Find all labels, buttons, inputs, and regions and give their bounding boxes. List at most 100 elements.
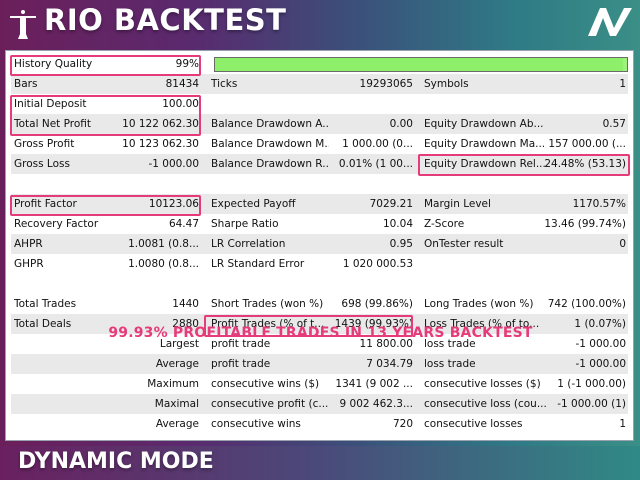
report-cell-v3: 1 (619, 418, 626, 430)
report-cell-l3: loss trade (424, 358, 476, 370)
report-row: Profit Factor 10123.06 Expected Payoff 7029… (11, 194, 628, 214)
backtest-report-panel: History Quality 99% Bars 81434 Ticks 192930… (5, 50, 634, 441)
report-cell-v3: 1170.57% (572, 198, 626, 210)
report-cell-l2: consecutive wins ($) (211, 378, 320, 390)
report-cell-v1: 64.47 (168, 218, 199, 230)
report-cell-l1: Profit Factor (14, 198, 77, 210)
report-cell-v2: 720 (392, 418, 413, 430)
report-cell-v2: 1 020 000.53 (342, 258, 413, 270)
report-cell-l3: Margin Level (424, 198, 491, 210)
mode-label: DYNAMIC MODE (18, 449, 214, 474)
report-cell-v1: -1 000.00 (148, 158, 199, 170)
report-cell-l2: Sharpe Ratio (211, 218, 279, 230)
report-cell-v2: 0.01% (1 00... (338, 158, 413, 170)
report-cell-v2: 19293065 (359, 78, 413, 90)
history-quality-label: History Quality (14, 58, 93, 70)
report-cell-l1: Recovery Factor (14, 218, 99, 230)
report-cell-v2: 1341 (9 002 ... (335, 378, 413, 390)
report-cell-l3: Equity Drawdown Ab... (424, 118, 544, 130)
report-cell-r1: Maximal (154, 398, 199, 410)
report-cell-v3 (539, 94, 626, 114)
report-cell-l1: GHPR (14, 258, 44, 270)
report-cell-v3: 157 000.00 (... (548, 138, 626, 150)
report-cell-v1: 10123.06 (148, 198, 199, 210)
report-cell-v2: 7 034.79 (366, 358, 413, 370)
report-cell-v3: 0 (619, 238, 626, 250)
report-row: Bars 81434 Ticks 19293065 Symbols 1 (11, 74, 628, 94)
report-cell-l1: Total Trades (14, 298, 77, 310)
christ-redeemer-figure-icon (10, 10, 36, 39)
report-cell-v1 (116, 174, 199, 194)
report-cell-v2: 9 002 462.3... (339, 398, 413, 410)
report-cell-l2: consecutive wins (211, 418, 301, 430)
report-cell-v1: 81434 (165, 78, 199, 90)
report-cell-v3 (539, 174, 626, 194)
report-cell-l1: Bars (14, 78, 38, 90)
report-row: Recovery Factor 64.47 Sharpe Ratio 10.04 Z-S… (11, 214, 628, 234)
report-cell-l2: Short Trades (won %) (211, 298, 324, 310)
report-cell-l3: OnTester result (424, 238, 504, 250)
report-cell-l2: LR Standard Error (211, 258, 305, 270)
report-cell-r1: Maximum (147, 378, 199, 390)
report-cell-v2: 0.00 (389, 118, 413, 130)
report-cell-l1 (14, 174, 124, 194)
report-cell-l3: Symbols (424, 78, 469, 90)
report-cell-l1: Gross Profit (14, 138, 75, 150)
report-cell-l3 (424, 94, 550, 114)
report-cell-v3: 0.57 (602, 118, 626, 130)
report-cell-v3: 1 (619, 78, 626, 90)
report-cell-v3: 13.46 (99.74%) (544, 218, 626, 230)
report-cell-v3: 24.48% (53.13) (544, 158, 626, 170)
report-row: Maximal consecutive profit (c... 9 002 462… (11, 394, 628, 414)
av-brand-icon (588, 8, 632, 36)
report-cell-r1: Average (155, 418, 199, 430)
report-cell-l3: consecutive losses (424, 418, 523, 430)
report-cell-l2: Balance Drawdown A... (211, 118, 329, 130)
report-row (11, 174, 628, 194)
report-cell-l1: Initial Deposit (14, 98, 87, 110)
report-row: Average profit trade 7 034.79 loss trade -1 … (11, 354, 628, 374)
report-row: Initial Deposit 100.00 (11, 94, 628, 114)
report-cell-l3: consecutive losses ($) (424, 378, 541, 390)
report-cell-v2 (329, 94, 413, 114)
history-quality-bar-fill (215, 58, 623, 71)
report-cell-l3: Equity Drawdown Ma... (424, 138, 546, 150)
report-cell-l3: Long Trades (won %) (424, 298, 534, 310)
report-cell-l2: Balance Drawdown M... (211, 138, 329, 150)
report-cell-l2 (211, 94, 329, 114)
report-row: Gross Profit 10 123 062.30 Balance Drawdow… (11, 134, 628, 154)
report-cell-l3: consecutive loss (cou... (424, 398, 547, 410)
profitability-banner: 99.93% PROFITABLE TRADES IN 13 YEARS BAC… (108, 325, 533, 341)
report-cell-v1: 1440 (172, 298, 199, 310)
report-cell-l2: Balance Drawdown R... (211, 158, 329, 170)
report-cell-v1: 10 122 062.30 (122, 118, 199, 130)
report-row: AHPR 1.0081 (0.8... LR Correlation 0.95 OnTe… (11, 234, 628, 254)
report-cell-l3: Equity Drawdown Rel... (424, 158, 546, 170)
report-row: GHPR 1.0080 (0.8... LR Standard Error 1 020… (11, 254, 628, 274)
app-title: RIO BACKTEST (44, 3, 287, 37)
report-cell-v3: 1 (-1 000.00) (557, 378, 626, 390)
report-grid: History Quality 99% Bars 81434 Ticks 192930… (11, 54, 628, 434)
report-cell-v3: 742 (100.00%) (547, 298, 626, 310)
report-cell-v2: 698 (99.86%) (341, 298, 413, 310)
report-cell-v1: 10 123 062.30 (122, 138, 199, 150)
history-quality-bar (214, 57, 628, 72)
report-cell-l1: Gross Loss (14, 158, 70, 170)
report-cell-l2 (211, 174, 329, 194)
report-row: Total Trades 1440 Short Trades (won %) 698 … (11, 294, 628, 314)
report-row: Average consecutive wins 720 consecutive lo… (11, 414, 628, 434)
report-cell-v2: 10.04 (382, 218, 413, 230)
report-row: Gross Loss -1 000.00 Balance Drawdown R...… (11, 154, 628, 174)
header: RIO BACKTEST (0, 0, 640, 48)
banner-spacer (11, 274, 628, 294)
report-cell-v3: -1 000.00 (1) (557, 398, 626, 410)
report-cell-v2: 0.95 (389, 238, 413, 250)
report-cell-l2: Ticks (211, 78, 238, 90)
history-quality-value: 99% (175, 58, 199, 70)
report-cell-v2: 7029.21 (369, 198, 413, 210)
report-cell-v3 (539, 254, 626, 274)
report-cell-v3: -1 000.00 (575, 358, 626, 370)
report-cell-v1: 100.00 (162, 98, 199, 110)
report-cell-l1: AHPR (14, 238, 43, 250)
report-cell-v2: 1 000.00 (0... (342, 138, 413, 150)
